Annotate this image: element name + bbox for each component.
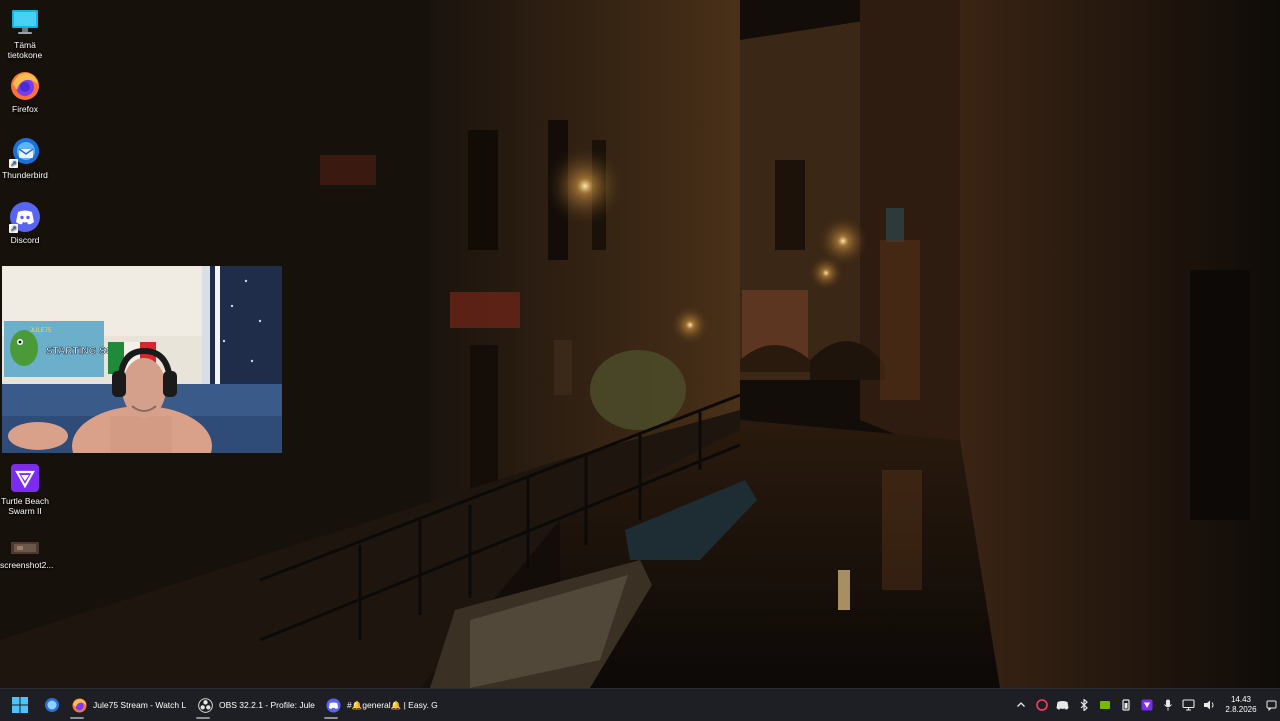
clock-time: 14.43 — [1230, 695, 1252, 704]
taskbar: Jule75 Stream - Watch L OBS 32.2.1 - Pro… — [0, 688, 1280, 721]
desktop-icon-discord[interactable]: ↗ Discord — [0, 201, 50, 245]
taskbar-search-button[interactable] — [40, 689, 64, 721]
search-icon — [45, 698, 59, 712]
running-indicator — [70, 717, 84, 719]
taskbar-app-discord[interactable]: #🔔general🔔 | Easy. G — [318, 689, 448, 721]
turtle-beach-icon — [9, 462, 41, 494]
taskbar-app-obs[interactable]: OBS 32.2.1 - Profile: Jule — [190, 689, 318, 721]
tray-nvidia-icon[interactable] — [1094, 689, 1115, 721]
start-button[interactable] — [0, 689, 40, 721]
tray-bluetooth-icon[interactable] — [1073, 689, 1094, 721]
monitor-icon — [9, 6, 41, 38]
system-tray: 14.43 2.8.2026 — [1010, 689, 1280, 721]
taskbar-app-label: Jule75 Stream - Watch L — [93, 700, 187, 710]
tray-volume-icon[interactable] — [1199, 689, 1220, 721]
tray-microphone-icon[interactable] — [1157, 689, 1178, 721]
desktop-icon-screenshot[interactable]: screenshot2... — [0, 538, 54, 570]
image-file-icon — [9, 538, 41, 558]
webcam-overlay: JULE75 STARTING SOON — [2, 266, 282, 453]
desktop-icon-label: Turtle Beach Swarm II — [1, 496, 49, 516]
obs-icon — [198, 697, 213, 713]
shortcut-arrow-icon: ↗ — [9, 159, 18, 168]
discord-icon — [326, 697, 341, 713]
taskbar-app-firefox[interactable]: Jule75 Stream - Watch L — [64, 689, 190, 721]
desktop-icon-label: Firefox — [12, 104, 38, 114]
desktop-icon-thunderbird[interactable]: ↗ Thunderbird — [0, 136, 50, 180]
firefox-icon — [9, 70, 41, 102]
show-hidden-icons-chevron-up-icon[interactable] — [1010, 689, 1031, 721]
desktop-icon-firefox[interactable]: Firefox — [0, 70, 50, 114]
thunderbird-icon: ↗ — [9, 136, 41, 168]
poster-top-text: JULE75 — [30, 328, 52, 334]
running-indicator — [324, 717, 338, 719]
tray-turtle-beach-icon[interactable] — [1136, 689, 1157, 721]
taskbar-app-label: #🔔general🔔 | Easy. G — [347, 699, 438, 710]
clock-date: 2.8.2026 — [1225, 705, 1257, 714]
tray-battery-icon[interactable] — [1115, 689, 1136, 721]
desktop-icon-label: Thunderbird — [2, 170, 48, 180]
firefox-icon — [72, 697, 87, 713]
desktop-icon-label: Tämä tietokone — [7, 40, 43, 60]
desktop-icon-label: screenshot2... — [0, 560, 54, 570]
windows-logo-icon — [12, 697, 28, 713]
taskbar-app-label: OBS 32.2.1 - Profile: Jule — [219, 700, 315, 710]
desktop-icon-this-pc[interactable]: Tämä tietokone — [0, 6, 50, 60]
shortcut-arrow-icon: ↗ — [9, 224, 18, 233]
desktop-icon-turtle-beach[interactable]: Turtle Beach Swarm II — [0, 462, 50, 516]
tray-discord-icon[interactable] — [1052, 689, 1073, 721]
taskbar-clock[interactable]: 14.43 2.8.2026 — [1220, 695, 1262, 715]
running-indicator — [196, 717, 210, 719]
discord-icon: ↗ — [9, 201, 41, 233]
tray-network-icon[interactable] — [1178, 689, 1199, 721]
desktop-icon-label: Discord — [10, 235, 40, 245]
tray-opera-gx-icon[interactable] — [1031, 689, 1052, 721]
notification-center-icon[interactable] — [1262, 689, 1280, 721]
